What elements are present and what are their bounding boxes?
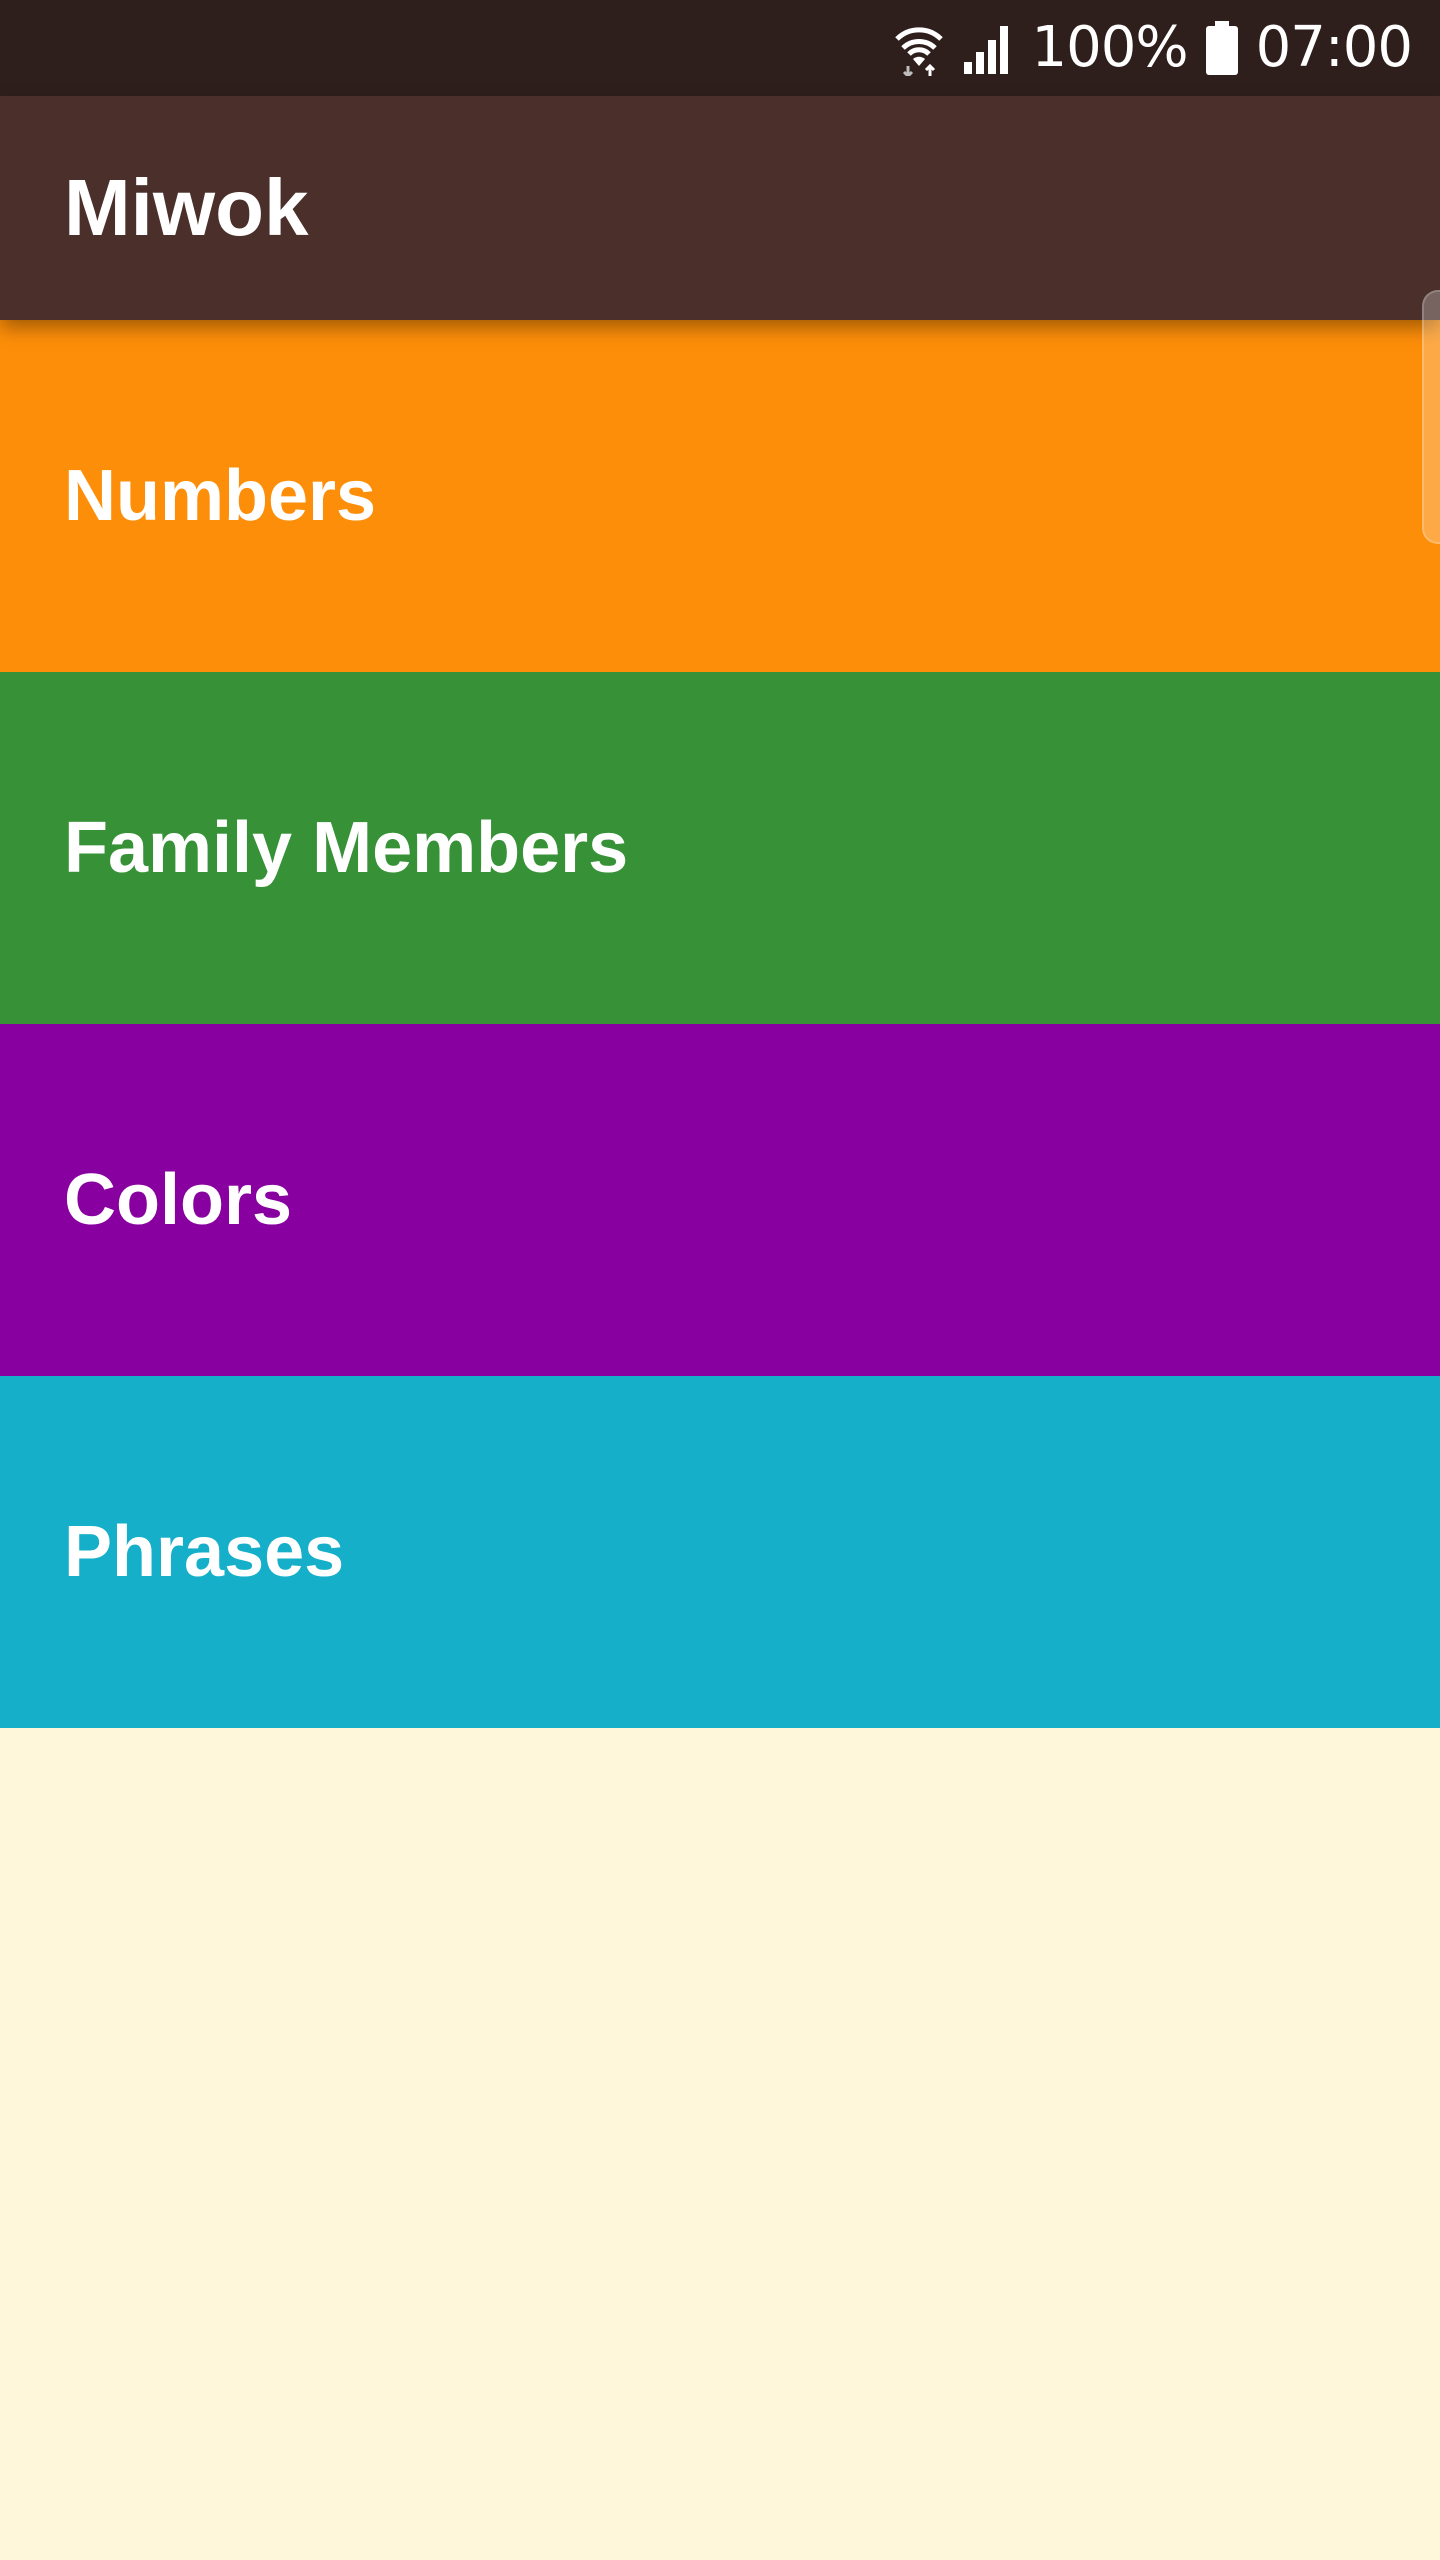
category-colors-label: Colors <box>64 1160 293 1240</box>
category-numbers[interactable]: Numbers <box>0 320 1440 672</box>
category-colors[interactable]: Colors <box>0 1024 1440 1376</box>
status-icons: 100% 07:00 <box>894 0 1413 96</box>
battery-icon <box>1205 21 1238 75</box>
category-phrases[interactable]: Phrases <box>0 1376 1440 1728</box>
app-title: Miwok <box>64 163 309 252</box>
signal-icon <box>962 22 1014 74</box>
category-family-members[interactable]: Family Members <box>0 672 1440 1024</box>
battery-percent: 100% <box>1031 15 1189 80</box>
clock: 07:00 <box>1255 15 1413 80</box>
category-numbers-label: Numbers <box>64 456 377 536</box>
app-bar: Miwok <box>0 96 1440 320</box>
wifi-icon <box>894 20 944 76</box>
scroll-handle[interactable] <box>1422 290 1440 544</box>
category-family-members-label: Family Members <box>64 808 629 888</box>
status-bar: 100% 07:00 <box>0 0 1440 96</box>
category-phrases-label: Phrases <box>64 1512 345 1592</box>
